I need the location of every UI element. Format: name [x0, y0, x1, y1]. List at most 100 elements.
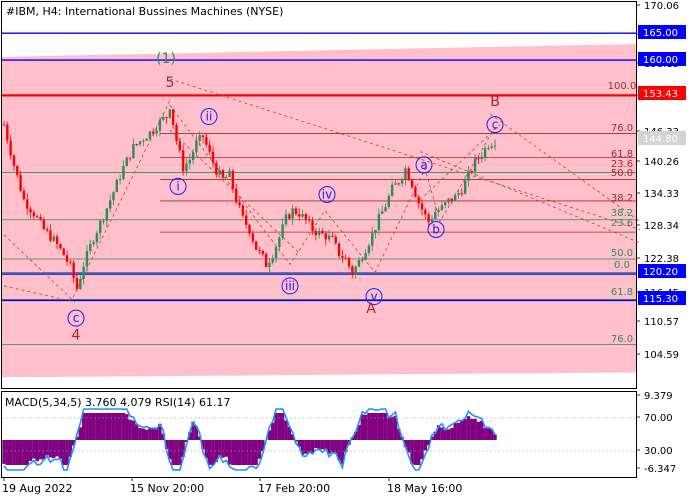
macd-histogram-bar: [277, 413, 282, 440]
macd-histogram-bar: [18, 440, 23, 465]
wave-label-5: 5: [166, 75, 175, 91]
price-axis-box-label: 144.80: [643, 134, 678, 145]
candle-body: [171, 109, 175, 125]
candle-body: [75, 277, 79, 290]
candle-body: [371, 233, 374, 246]
price-axis-label: 122.38: [644, 254, 679, 265]
macd-histogram-bar: [493, 434, 497, 440]
fib-label: 50.0: [611, 248, 633, 259]
candle-body: [49, 230, 52, 241]
candle-body: [278, 237, 281, 248]
macd-histogram-bar: [423, 440, 428, 451]
wave-label-b: b: [432, 222, 440, 236]
macd-histogram-bar: [55, 440, 59, 457]
candle-body: [221, 170, 225, 178]
macd-histogram-bar: [383, 413, 388, 440]
macd-histogram-bar: [28, 440, 33, 461]
candle-body: [308, 219, 311, 221]
fib-label: 100.0: [608, 81, 637, 92]
candle-body: [374, 229, 377, 234]
candle-body: [162, 117, 165, 120]
candle-body: [440, 205, 444, 210]
candle-body: [112, 192, 115, 201]
candle-body: [225, 177, 228, 179]
macd-histogram-bar: [38, 440, 43, 460]
candle-body: [258, 249, 261, 251]
candle-body: [450, 198, 454, 202]
candle-body: [92, 242, 95, 245]
macd-histogram-bar: [317, 440, 321, 450]
price-axis-box-label: 120.20: [643, 267, 678, 278]
macd-histogram-bar: [115, 413, 119, 440]
macd-histogram-bar: [148, 428, 152, 440]
price-axis-label: 110.57: [644, 317, 679, 328]
candle-body: [89, 244, 92, 251]
candle-body: [288, 214, 291, 219]
candle-body: [477, 158, 480, 160]
candle-body: [168, 109, 172, 118]
macd-histogram-bar: [224, 440, 228, 457]
candle-body: [201, 135, 205, 138]
macd-histogram-bar: [45, 440, 49, 456]
candle-body: [45, 228, 49, 231]
price-axis-box-label: 160.00: [643, 55, 678, 66]
candle-body: [158, 119, 162, 131]
fib-label: 50.0: [611, 168, 633, 179]
candle-body: [215, 162, 218, 175]
candle-body: [291, 208, 294, 219]
candle-body: [463, 180, 467, 194]
wave-label-c: c: [492, 118, 499, 132]
wave-label-c: c: [73, 311, 80, 325]
candle-body: [185, 163, 188, 172]
wave-label-i: i: [176, 179, 179, 193]
candle-body: [420, 203, 424, 210]
macd-histogram-bar: [178, 440, 182, 465]
candle-body: [145, 138, 148, 141]
macd-histogram-bar: [304, 440, 308, 454]
candle-body: [410, 180, 414, 188]
fib-label: 76.0: [611, 123, 633, 134]
candle-body: [490, 146, 493, 148]
candle-body: [327, 235, 331, 240]
projection-band: [2, 43, 636, 378]
candle-body: [6, 124, 9, 141]
candle-body: [231, 170, 235, 189]
macd-histogram-bar: [111, 413, 116, 440]
candle-body: [132, 143, 135, 159]
wave-label-B: B: [490, 94, 500, 110]
candle-body: [19, 175, 22, 191]
candle-body: [52, 236, 55, 241]
candle-body: [337, 243, 341, 257]
candle-body: [115, 179, 118, 193]
macd-histogram-bar: [450, 428, 454, 440]
candle-body: [181, 150, 185, 172]
candle-body: [35, 216, 39, 218]
candle-body: [261, 250, 264, 255]
macd-histogram-bar: [8, 440, 13, 465]
macd-histogram-bar: [105, 413, 109, 440]
macd-histogram-bar: [131, 420, 136, 440]
candle-body: [357, 260, 361, 267]
wave-label-iv: iv: [322, 188, 332, 202]
candle-body: [264, 254, 268, 268]
macd-histogram-bar: [118, 413, 122, 440]
candle-body: [188, 159, 191, 164]
candle-body: [377, 213, 381, 230]
macd-histogram-bar: [12, 440, 16, 465]
candle-body: [460, 193, 464, 195]
candle-body: [29, 208, 32, 213]
macd-histogram-bar: [380, 413, 384, 440]
macd-histogram-bar: [42, 440, 46, 460]
macd-histogram-bar: [138, 428, 142, 440]
macd-histogram-bar: [271, 422, 275, 440]
price-axis-label: 128.34: [644, 221, 679, 232]
macd-histogram-bar: [52, 440, 56, 459]
candle-body: [390, 184, 394, 196]
macd-histogram-bar: [463, 419, 467, 440]
candle-body: [281, 224, 284, 238]
macd-histogram-bar: [327, 440, 331, 454]
candle-body: [457, 193, 460, 196]
candle-body: [72, 262, 75, 278]
price-chart[interactable]: (1)54ciiiiiiivvAabcB 100.076.061.823.650…: [0, 0, 700, 500]
macd-histogram-bar: [247, 440, 252, 465]
